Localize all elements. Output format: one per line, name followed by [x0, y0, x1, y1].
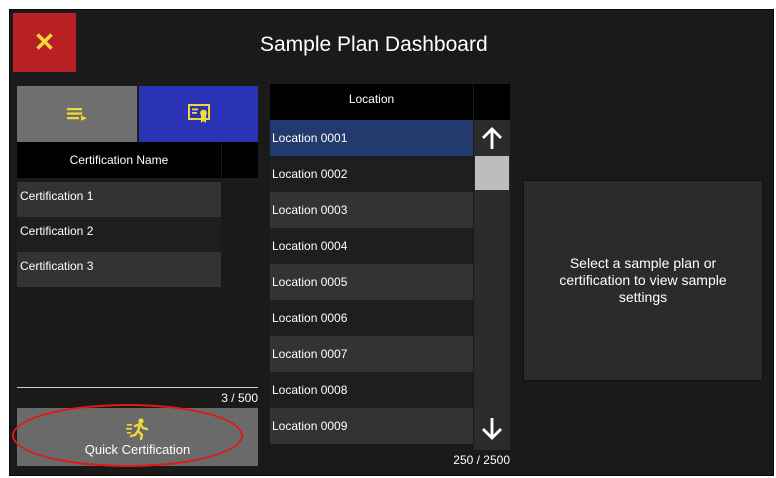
table-row[interactable]: Location 0002: [270, 156, 473, 192]
certification-name-column-header[interactable]: Certification Name: [17, 142, 221, 178]
certification-list-toggle[interactable]: [139, 86, 258, 142]
divider: [17, 387, 258, 388]
sample-plan-list-toggle[interactable]: [17, 86, 137, 142]
certificate-icon: [187, 104, 210, 123]
quick-certification-button[interactable]: Quick Certification: [17, 408, 258, 466]
location-column-header[interactable]: Location: [270, 84, 473, 120]
page-title: Sample Plan Dashboard: [260, 33, 488, 56]
sample-settings-panel: Select a sample plan or certification to…: [523, 180, 763, 381]
list-item[interactable]: Certification 3: [17, 252, 221, 287]
certification-header-spacer: [222, 142, 258, 178]
header: ✕ Sample Plan Dashboard: [10, 10, 773, 78]
arrow-down-icon: [482, 418, 502, 440]
list-icon: [67, 108, 87, 121]
list-item[interactable]: Certification 2: [17, 217, 221, 252]
table-row[interactable]: Location 0005: [270, 264, 473, 300]
scrollbar-thumb[interactable]: [475, 156, 509, 190]
table-row[interactable]: Location 0008: [270, 372, 473, 408]
dashboard-window: ✕ Sample Plan Dashboard Certification Na…: [9, 9, 774, 476]
table-row[interactable]: Location 0006: [270, 300, 473, 336]
location-header-spacer: [474, 84, 510, 120]
certification-count: 3 / 500: [221, 391, 258, 405]
certification-list: Certification 1 Certification 2 Certific…: [17, 182, 221, 287]
scroll-up-button[interactable]: [474, 122, 510, 156]
table-row[interactable]: Location 0009: [270, 408, 473, 444]
quick-certification-label: Quick Certification: [84, 441, 191, 457]
running-person-icon: [125, 417, 148, 440]
location-count: 250 / 2500: [453, 453, 510, 467]
close-button[interactable]: ✕: [13, 13, 76, 72]
arrow-up-icon: [482, 127, 502, 149]
close-icon: ✕: [33, 27, 56, 57]
location-list: Location 0001 Location 0002 Location 000…: [270, 120, 473, 444]
info-message: Select a sample plan or certification to…: [559, 255, 727, 305]
table-row[interactable]: Location 0004: [270, 228, 473, 264]
scroll-down-button[interactable]: [474, 410, 510, 446]
table-row[interactable]: Location 0003: [270, 192, 473, 228]
table-row[interactable]: Location 0001: [270, 120, 473, 156]
list-item[interactable]: Certification 1: [17, 182, 221, 217]
table-row[interactable]: Location 0007: [270, 336, 473, 372]
